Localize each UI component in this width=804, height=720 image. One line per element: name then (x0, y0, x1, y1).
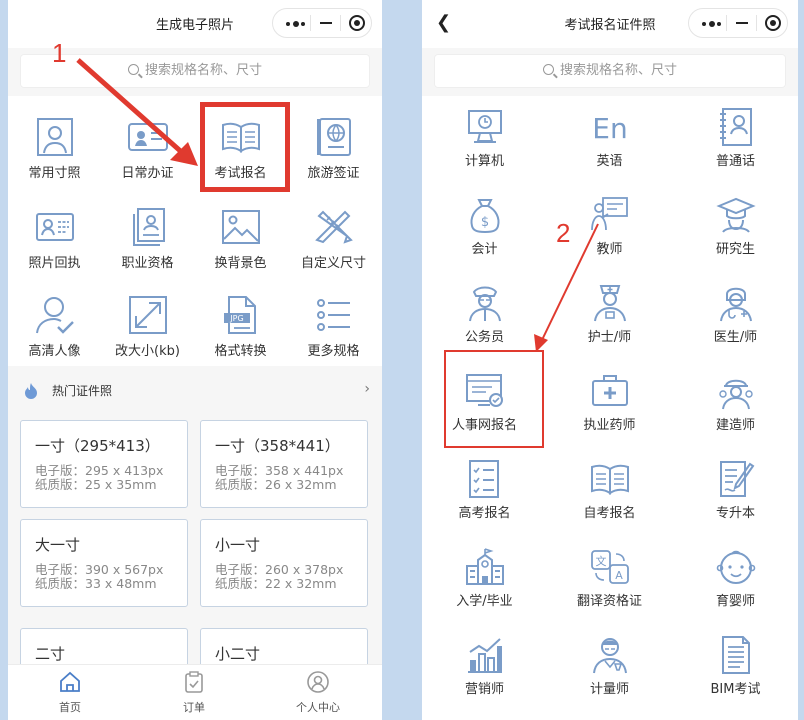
exam-item[interactable]: 计量师 (547, 634, 672, 697)
spec-digital: 电子版：295 x 413px (35, 463, 164, 478)
hot-section-header[interactable]: 热门证件照 › (8, 370, 382, 410)
chevron-right-icon[interactable]: › (364, 381, 370, 397)
spec-print: 纸质版：22 x 32mm (215, 576, 337, 591)
spec-name: 小二寸 (215, 645, 261, 663)
school-building-icon (465, 548, 504, 585)
spec-print: 纸质版：26 x 32mm (215, 477, 337, 492)
tab-label: 订单 (183, 701, 205, 714)
exam-item[interactable]: 育婴师 (673, 546, 798, 609)
document-lines-icon (721, 636, 750, 674)
arrow-pointer (76, 58, 198, 166)
open-book-icon (590, 464, 629, 495)
translate-icon: 文A (590, 550, 629, 584)
category-label: 更多规格 (307, 344, 360, 359)
exam-item-label: 入学/毕业 (456, 594, 513, 609)
pencil-ruler-icon (314, 210, 353, 244)
right-screen: ❮ 考试报名证件照 搜索规格名称、尺寸 计算机 En 英语 普通话 $ 会计 教师 研究生 公务… (422, 0, 798, 720)
spec-name: 二寸 (35, 645, 66, 663)
jpg-file-icon: JPG (223, 296, 256, 334)
category-professional-qualification[interactable]: 职业资格 (101, 206, 194, 271)
category-label: 换背景色 (214, 256, 267, 271)
spec-card[interactable]: 一寸（358*441） 电子版：358 x 441px 纸质版：26 x 32m… (200, 420, 368, 508)
exam-item-label: 翻译资格证 (576, 594, 642, 609)
category-label: 职业资格 (121, 256, 174, 271)
category-format-convert[interactable]: JPG 格式转换 (194, 294, 287, 359)
scientist-icon (592, 638, 627, 674)
exam-item[interactable]: 入学/毕业 (422, 546, 547, 609)
home-icon (60, 671, 80, 692)
spec-name: 大一寸 (35, 536, 81, 554)
step-marker-1: 1 (52, 38, 67, 68)
spec-name: 一寸（358*441） (215, 437, 340, 455)
list-icon (316, 299, 350, 331)
tab-home[interactable]: 首页 (8, 671, 132, 715)
tab-label: 个人中心 (296, 701, 340, 714)
category-custom-size[interactable]: 自定义尺寸 (287, 206, 380, 271)
certificate-stack-icon (132, 208, 165, 246)
user-circle-icon (307, 671, 329, 693)
spec-digital: 电子版：358 x 441px (215, 463, 344, 478)
exam-item-label: BIM考试 (710, 682, 761, 697)
tab-orders[interactable]: 订单 (132, 671, 256, 715)
spec-name: 小一寸 (215, 536, 261, 554)
spec-card[interactable]: 小一寸 电子版：260 x 378px 纸质版：22 x 32mm (200, 519, 368, 607)
category-resize-kb[interactable]: 改大小(kb) (101, 294, 194, 359)
category-change-background[interactable]: 换背景色 (194, 206, 287, 271)
category-photo-receipt[interactable]: 照片回执 (8, 206, 101, 271)
exam-item[interactable]: 执业药师 (547, 370, 672, 433)
spec-card[interactable]: 一寸（295*413） 电子版：295 x 413px 纸质版：25 x 35m… (20, 420, 188, 508)
spec-card[interactable]: 大一寸 电子版：390 x 567px 纸质版：33 x 48mm (20, 519, 188, 607)
category-hd-portrait[interactable]: 高清人像 (8, 294, 101, 359)
checklist-icon (468, 460, 499, 498)
tab-profile[interactable]: 个人中心 (256, 671, 380, 715)
exam-item-label: 育婴师 (715, 594, 755, 609)
exam-item[interactable]: 自考报名 (547, 458, 672, 521)
left-screen: 生成电子照片 搜索规格名称、尺寸 常用寸照 日常办证 考试报名 旅游签证 照片回… (8, 0, 382, 720)
hardhat-worker-icon (718, 379, 753, 410)
exam-item-label: 专升本 (715, 506, 755, 521)
svg-text:A: A (615, 569, 623, 582)
exam-item-label: 营销师 (464, 682, 504, 697)
tab-label: 首页 (59, 701, 81, 714)
exam-item[interactable]: 专升本 (673, 458, 798, 521)
spec-digital: 电子版：390 x 567px (35, 562, 164, 577)
category-label: 照片回执 (28, 256, 81, 271)
exam-item-label: 执业药师 (583, 418, 636, 433)
exam-item-label: 自考报名 (583, 506, 636, 521)
exam-item-label: 建造师 (715, 418, 755, 433)
category-label: 高清人像 (28, 344, 81, 359)
hot-section-title: 热门证件照 (52, 384, 113, 398)
exam-item[interactable]: 文 A 翻译资格证 (547, 546, 672, 609)
category-label: 自定义尺寸 (300, 256, 366, 271)
medical-kit-icon (591, 375, 628, 406)
spec-print: 纸质版：33 x 48mm (35, 576, 157, 591)
category-label: 格式转换 (214, 344, 267, 359)
exam-item[interactable]: 建造师 (673, 370, 798, 433)
exam-item[interactable]: 高考报名 (422, 458, 547, 521)
paper-pen-icon (719, 461, 754, 497)
exam-item[interactable]: BIM考试 (673, 634, 798, 697)
svg-text:文: 文 (595, 554, 606, 568)
step-marker-2: 2 (556, 218, 571, 248)
bar-chart-icon (467, 638, 502, 673)
category-label: 改大小(kb) (115, 344, 180, 359)
receipt-card-icon (35, 213, 74, 241)
bottom-tab-bar: 首页 订单 个人中心 (8, 664, 382, 720)
exam-item-label: 计量师 (589, 682, 629, 697)
resize-arrows-icon (128, 296, 167, 334)
spec-digital: 电子版：260 x 378px (215, 562, 344, 577)
category-more-specs[interactable]: 更多规格 (287, 294, 380, 359)
clipboard-icon (185, 671, 203, 693)
highlight-box-hr-registration (444, 350, 544, 448)
spec-print: 纸质版：25 x 35mm (35, 477, 157, 492)
landscape-image-icon (221, 210, 260, 244)
fire-icon (25, 383, 37, 399)
baby-face-icon (716, 550, 755, 584)
arrow-pointer (534, 223, 599, 352)
svg-text:JPG: JPG (229, 314, 243, 323)
person-check-icon (35, 297, 74, 334)
spec-name: 一寸（295*413） (35, 437, 160, 455)
exam-item[interactable]: 营销师 (422, 634, 547, 697)
exam-item-label: 高考报名 (458, 506, 511, 521)
